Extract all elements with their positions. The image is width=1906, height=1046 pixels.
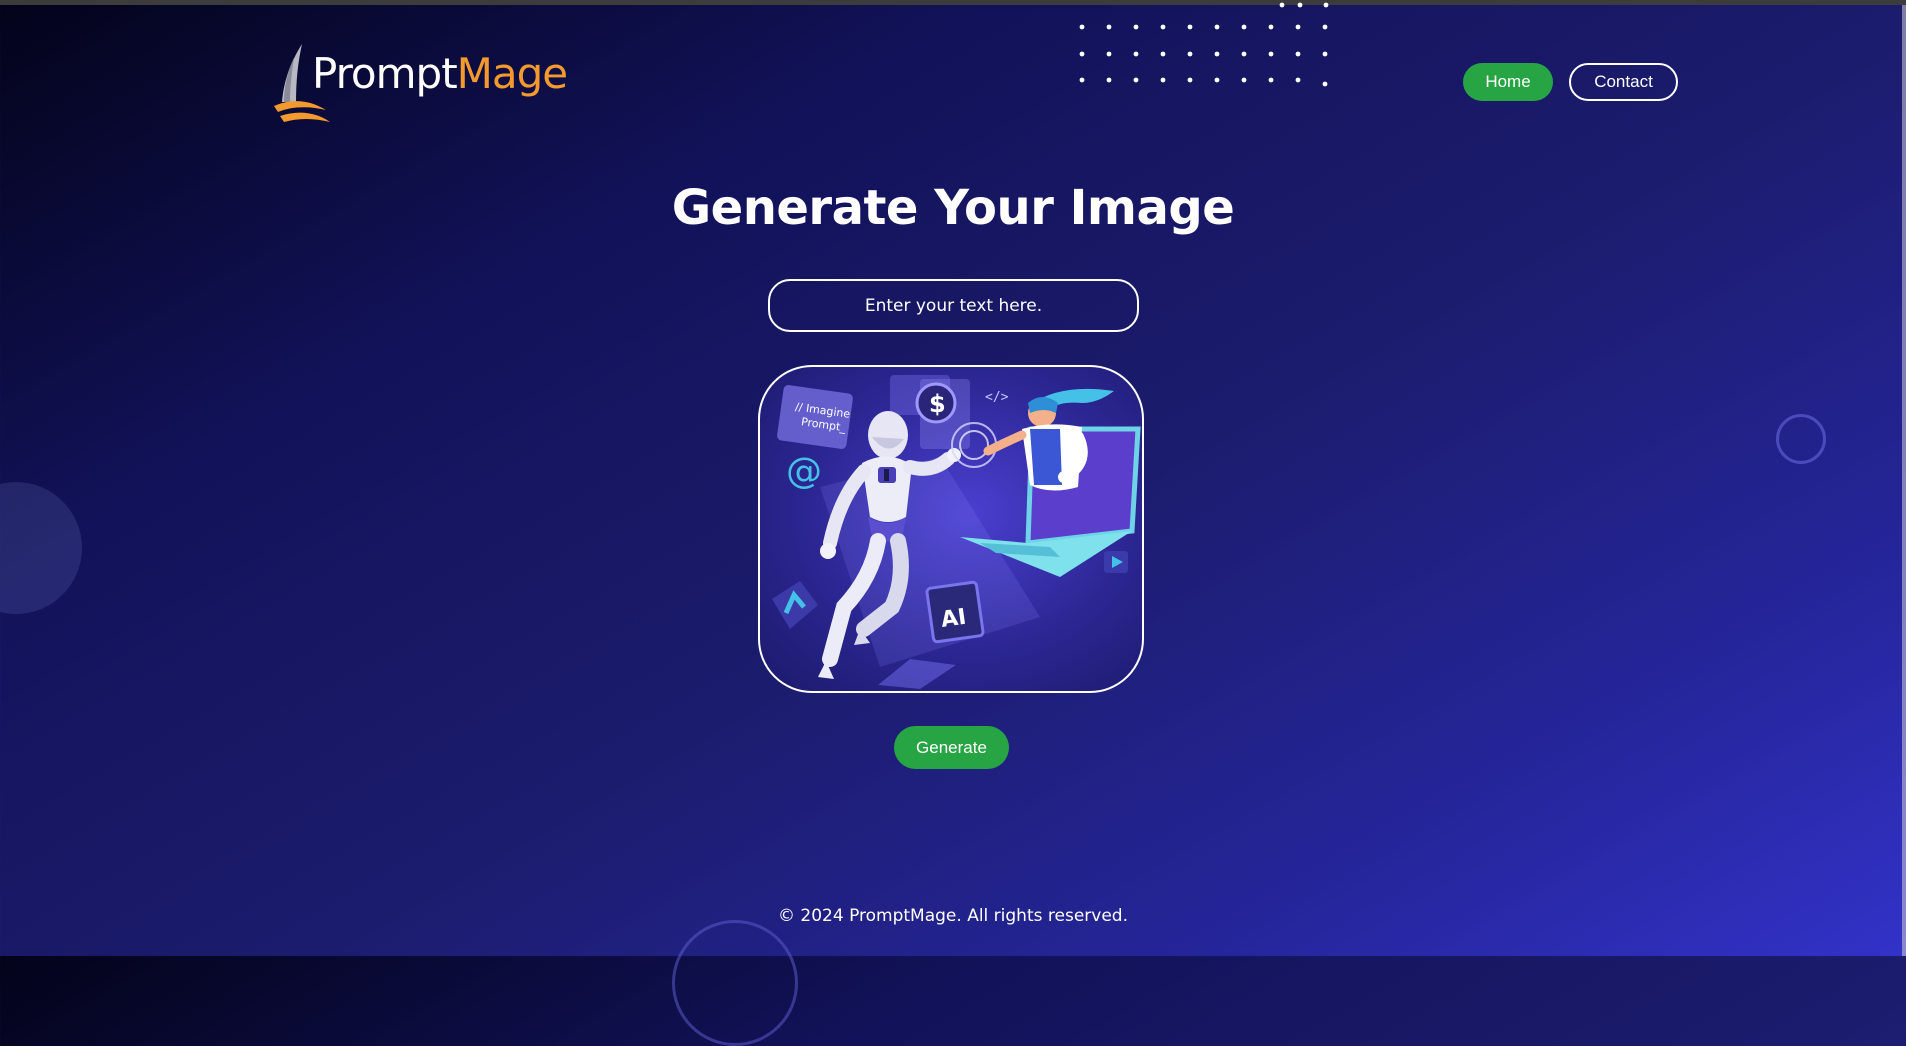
footer-copyright: © 2024 PromptMage. All rights reserved. (778, 906, 1128, 926)
decorative-ring-bottom (672, 920, 798, 1046)
browser-top-edge (0, 0, 1906, 5)
ai-chip-icon: AI (925, 580, 985, 644)
ai-chip-label: AI (939, 605, 967, 633)
logo-text-mage: Mage (456, 49, 568, 98)
top-nav: Home Contact (1463, 63, 1678, 101)
image-preview: // Imagine Prompt_ $ </> @ AI (758, 365, 1144, 693)
at-icon: @ (786, 451, 822, 492)
generate-button[interactable]: Generate (894, 726, 1009, 769)
logo-text: PromptMage (312, 53, 568, 95)
home-button[interactable]: Home (1463, 63, 1553, 101)
coin-symbol: $ (929, 390, 946, 418)
contact-button[interactable]: Contact (1569, 63, 1678, 101)
page-title: Generate Your Image (671, 180, 1235, 236)
decorative-ring (1776, 414, 1826, 464)
code-icon: </> (985, 390, 1009, 405)
decorative-circle (0, 482, 82, 614)
scrollbar[interactable] (1902, 5, 1906, 956)
prompt-input[interactable] (768, 279, 1139, 332)
robot-illustration: // Imagine Prompt_ $ </> @ AI (772, 375, 1141, 689)
logo-text-prompt: Prompt (312, 49, 458, 98)
dot-grid-decoration (1079, 2, 1329, 87)
